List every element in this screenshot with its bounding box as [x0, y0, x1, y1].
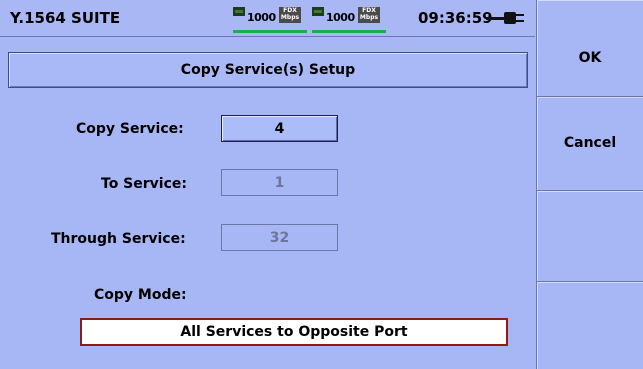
- port-2-link-indicator: [312, 30, 386, 33]
- ethernet-port-icon: [312, 7, 324, 16]
- port-2-duplex-badge: FDX Mbps: [358, 7, 380, 23]
- status-bar: Y.1564 SUITE 1000 FDX Mbps 1000 FDX Mbps 0…: [0, 0, 535, 37]
- port-1-link-indicator: [233, 30, 307, 33]
- ok-button-label: OK: [578, 50, 602, 66]
- ethernet-port-icon: [233, 7, 245, 16]
- softkey-3[interactable]: [536, 191, 643, 282]
- app-title: Y.1564 SUITE: [10, 9, 121, 27]
- to-service-field: 1: [221, 169, 338, 196]
- port-2-status: 1000 FDX Mbps: [312, 5, 388, 33]
- softkey-4[interactable]: [536, 282, 643, 369]
- through-service-field: 32: [221, 224, 338, 251]
- copy-service-label: Copy Service:: [76, 121, 184, 137]
- page-title: Copy Service(s) Setup: [180, 62, 356, 78]
- page-header: Copy Service(s) Setup: [8, 52, 528, 88]
- port-2-speed: 1000: [326, 11, 355, 24]
- copy-mode-select[interactable]: All Services to Opposite Port: [80, 318, 508, 346]
- clock: 09:36:59: [418, 9, 493, 27]
- copy-service-field[interactable]: 4: [221, 115, 338, 142]
- cancel-button[interactable]: Cancel: [536, 97, 643, 191]
- softkey-panel: OK Cancel: [536, 0, 643, 369]
- ok-button[interactable]: OK: [536, 0, 643, 97]
- copy-mode-label: Copy Mode:: [94, 287, 187, 303]
- ac-power-plug-icon: [486, 11, 532, 25]
- port-1-status: 1000 FDX Mbps: [233, 5, 309, 33]
- port-1-speed: 1000: [247, 11, 276, 24]
- through-service-label: Through Service:: [51, 231, 186, 247]
- port-1-duplex-badge: FDX Mbps: [279, 7, 301, 23]
- cancel-button-label: Cancel: [563, 135, 617, 151]
- to-service-label: To Service:: [101, 176, 187, 192]
